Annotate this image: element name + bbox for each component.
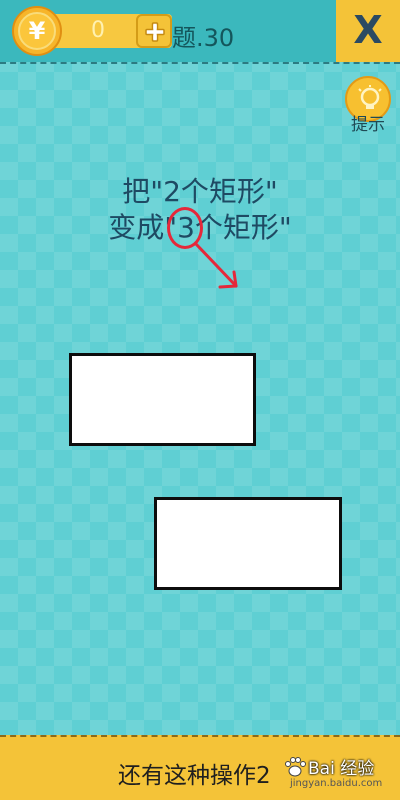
red-arrow-annotation	[194, 242, 238, 289]
footer-caption: 还有这种操作2	[118, 763, 271, 789]
add-coins-button[interactable]	[136, 14, 172, 48]
level-label: 题.30	[172, 24, 235, 52]
watermark: Bai 经验 jingyan.baidu.com	[282, 752, 394, 796]
bottom-bar-divider	[0, 735, 400, 737]
close-button[interactable]: X	[336, 0, 400, 62]
plus-icon	[145, 22, 165, 42]
hint-button[interactable]: 提示	[344, 76, 392, 135]
top-bar-divider	[0, 62, 400, 64]
paw-icon	[285, 757, 306, 777]
question-line-1: 把"2个矩形"	[122, 175, 278, 208]
coin-icon: ¥	[12, 6, 62, 56]
watermark-url: jingyan.baidu.com	[290, 778, 383, 789]
rectangle-1[interactable]	[69, 353, 256, 446]
rectangle-2[interactable]	[154, 497, 342, 590]
hint-label: 提示	[351, 115, 385, 135]
close-icon: X	[353, 8, 383, 52]
coin-symbol: ¥	[29, 17, 46, 45]
watermark-brand: Bai 经验	[308, 759, 375, 779]
